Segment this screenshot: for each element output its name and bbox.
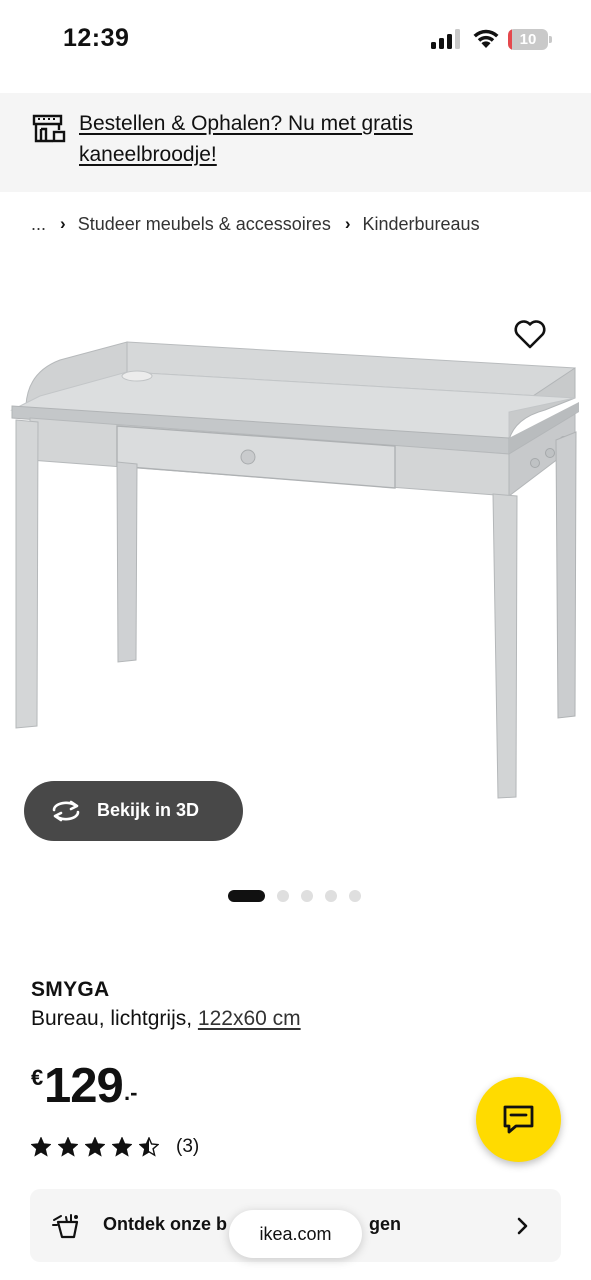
breadcrumb-ellipsis[interactable]: ... [31, 214, 46, 235]
status-time: 12:39 [63, 24, 130, 52]
battery-level: 10 [519, 31, 537, 48]
carousel-dot[interactable] [277, 890, 289, 902]
price-suffix: .- [124, 1080, 138, 1105]
promo-banner[interactable]: Bestellen & Ophalen? Nu met gratis kanee… [0, 93, 591, 192]
store-icon [32, 114, 66, 143]
star-half-icon [139, 1137, 159, 1157]
chevron-right-icon: › [60, 214, 66, 233]
star-full-icon [112, 1137, 132, 1157]
breadcrumb-study-furniture[interactable]: Studeer meubels & accessoires [78, 214, 331, 235]
breadcrumb: ... › Studeer meubels & accessoires › Ki… [31, 212, 480, 236]
rotate-icon [52, 800, 80, 822]
carousel-dot-active[interactable] [228, 890, 265, 902]
carousel-dot[interactable] [349, 890, 361, 902]
review-count[interactable]: (3) [176, 1136, 199, 1158]
star-full-icon [85, 1137, 105, 1157]
star-full-icon [31, 1137, 51, 1157]
chat-icon [503, 1105, 534, 1134]
product-name: SMYGA [31, 978, 110, 1001]
battery-icon: 10 [508, 29, 552, 50]
product-description: Bureau, lichtgrijs, 122x60 cm [31, 1007, 301, 1031]
paint-bucket-icon [52, 1214, 79, 1239]
wifi-icon [473, 29, 499, 48]
breadcrumb-kids-desks[interactable]: Kinderbureaus [362, 214, 479, 235]
carousel-dot[interactable] [325, 890, 337, 902]
price-amount: 129 [44, 1059, 124, 1113]
star-full-icon [58, 1137, 78, 1157]
product-rating[interactable]: (3) [31, 1136, 199, 1158]
product-size-link[interactable]: 122x60 cm [198, 1007, 301, 1030]
status-bar: 12:39 10 [0, 0, 591, 80]
product-image[interactable] [0, 300, 591, 820]
rating-stars [31, 1137, 166, 1157]
product-type-color: Bureau, lichtgrijs, [31, 1007, 198, 1030]
chevron-right-icon: › [344, 214, 351, 233]
price-currency: € [31, 1065, 44, 1090]
signal-icon [431, 29, 460, 49]
browser-url-pill[interactable]: ikea.com [229, 1210, 362, 1258]
view-3d-button[interactable]: Bekijk in 3D [24, 781, 243, 841]
promo-link[interactable]: Bestellen & Ophalen? Nu met gratis kanee… [79, 108, 549, 170]
chevron-right-icon [517, 1217, 528, 1235]
chat-button[interactable] [476, 1077, 561, 1162]
view-3d-label: Bekijk in 3D [97, 800, 200, 820]
carousel-dot[interactable] [301, 890, 313, 902]
heart-icon[interactable] [513, 318, 547, 350]
carousel-dots [228, 889, 368, 903]
